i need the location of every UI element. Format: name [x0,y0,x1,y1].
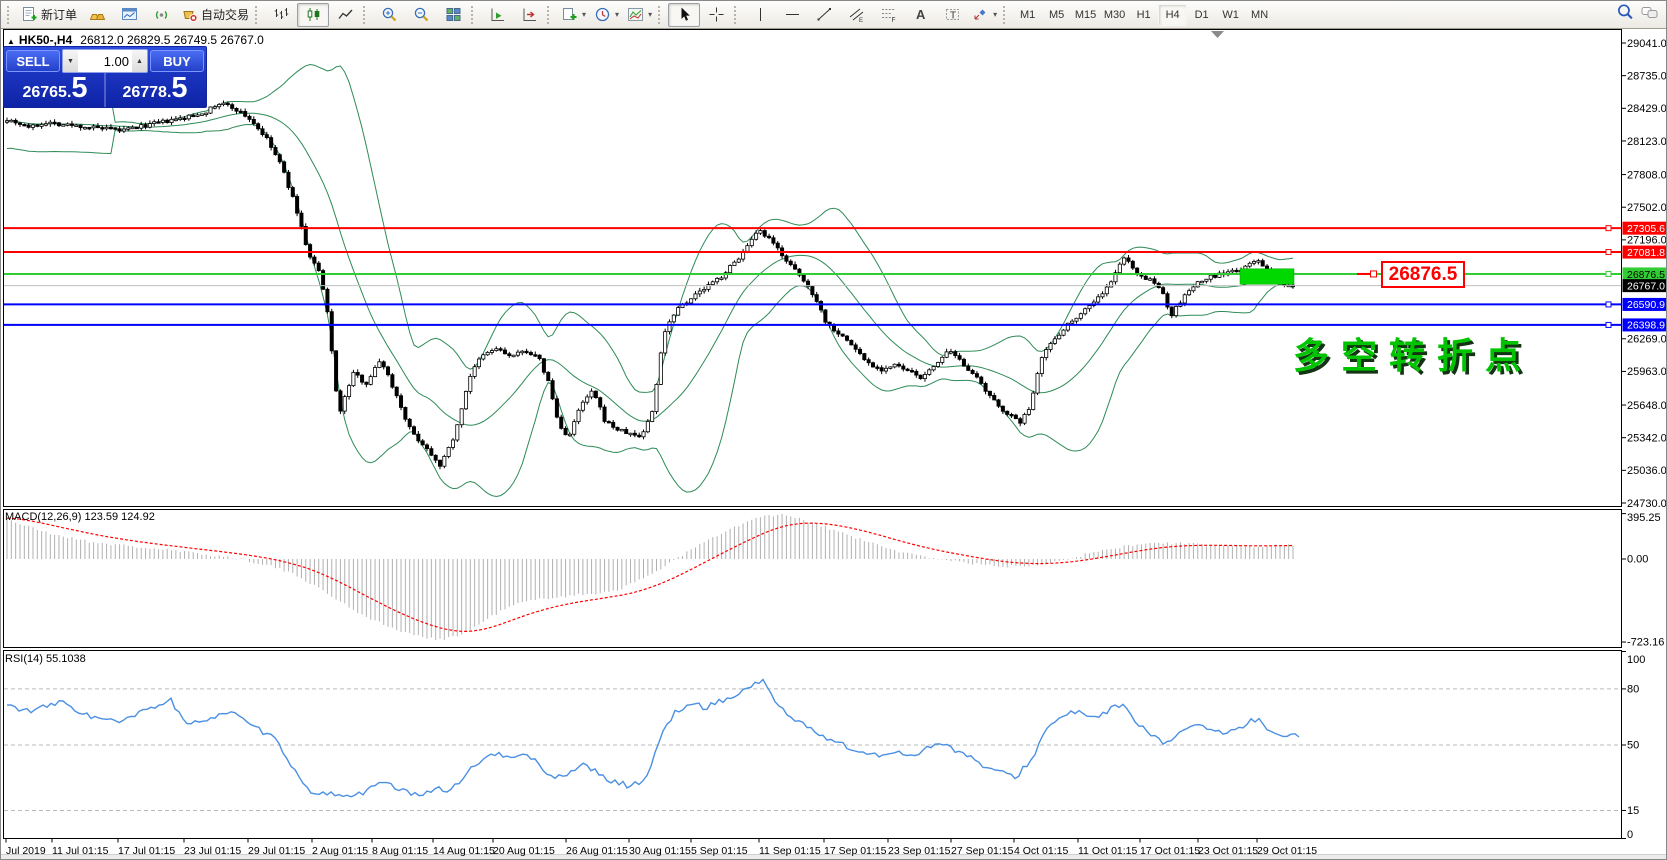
svg-text:26590.9: 26590.9 [1627,299,1665,311]
chart-panels [4,30,1622,839]
svg-text:0: 0 [1627,829,1633,841]
volume-stepper: ▼ ▲ [62,49,148,73]
svg-text:0.00: 0.00 [1627,554,1648,566]
svg-text:15: 15 [1627,805,1639,817]
svg-text:29 Oct 01:15: 29 Oct 01:15 [1257,845,1317,857]
svg-text:5 Sep 01:15: 5 Sep 01:15 [691,845,748,857]
volume-increase-button[interactable]: ▲ [132,50,147,72]
ohlc-values: 26812.0 26829.5 26749.5 26767.0 [80,33,264,47]
volume-input[interactable] [78,54,132,69]
macd-label: MACD(12,26,9) 123.59 124.92 [5,511,155,523]
svg-text:17 Jul 01:15: 17 Jul 01:15 [118,845,175,857]
svg-text:26269.0: 26269.0 [1627,334,1667,346]
svg-text:26398.9: 26398.9 [1627,320,1665,332]
svg-text:-723.16: -723.16 [1627,637,1664,649]
svg-text:11 Oct 01:15: 11 Oct 01:15 [1078,845,1138,857]
svg-text:29 Jul 01:15: 29 Jul 01:15 [248,845,305,857]
svg-text:29041.0: 29041.0 [1627,38,1667,50]
svg-text:Jul 2019: Jul 2019 [6,845,46,857]
svg-text:25648.0: 25648.0 [1627,400,1667,412]
svg-text:395.25: 395.25 [1627,512,1661,524]
svg-text:50: 50 [1627,740,1639,752]
svg-text:30 Aug 01:15: 30 Aug 01:15 [629,845,691,857]
svg-text:27502.0: 27502.0 [1627,202,1667,214]
collapse-trade-panel-icon[interactable]: ▲ [7,37,15,46]
price-callout[interactable]: 26876.5 [1381,261,1465,288]
svg-text:100: 100 [1627,654,1645,666]
svg-text:11 Sep 01:15: 11 Sep 01:15 [759,845,821,857]
chart-canvas[interactable]: 27305.627081.826876.526767.026590.926398… [1,1,1667,860]
svg-text:26 Aug 01:15: 26 Aug 01:15 [566,845,628,857]
svg-text:28123.0: 28123.0 [1627,136,1667,148]
svg-text:26767.0: 26767.0 [1627,280,1665,292]
rsi-axis[interactable]: 100 80 50 15 0 [1622,652,1646,842]
sell-button[interactable]: SELL [6,50,60,72]
svg-text:17 Sep 01:15: 17 Sep 01:15 [824,845,887,857]
buy-button[interactable]: BUY [150,50,204,72]
svg-text:27 Sep 01:15: 27 Sep 01:15 [951,845,1014,857]
svg-text:26876.5: 26876.5 [1627,269,1665,281]
svg-text:25036.0: 25036.0 [1627,465,1667,477]
svg-text:8 Aug 01:15: 8 Aug 01:15 [372,845,428,857]
svg-text:80: 80 [1627,683,1639,695]
one-click-trading-panel: SELL ▼ ▲ BUY 26765.5 26778.5 [3,46,207,108]
svg-text:28429.0: 28429.0 [1627,103,1667,115]
svg-text:20 Aug 01:15: 20 Aug 01:15 [493,845,555,857]
svg-text:24730.0: 24730.0 [1627,498,1667,510]
time-axis[interactable]: Jul 2019 11 Jul 01:15 17 Jul 01:15 23 Jul 0… [6,839,1317,858]
symbol-timeframe-label: HK50-,H4 [19,33,72,47]
svg-text:23 Jul 01:15: 23 Jul 01:15 [184,845,241,857]
macd-axis[interactable]: 395.25 0.00 -723.16 [1622,512,1665,649]
svg-text:25342.0: 25342.0 [1627,432,1667,444]
buy-price[interactable]: 26778.5 [106,73,204,107]
svg-text:23 Sep 01:15: 23 Sep 01:15 [888,845,951,857]
sell-price[interactable]: 26765.5 [6,73,104,107]
svg-text:4 Oct 01:15: 4 Oct 01:15 [1014,845,1068,857]
volume-decrease-button[interactable]: ▼ [63,50,78,72]
svg-text:2 Aug 01:15: 2 Aug 01:15 [312,845,368,857]
svg-text:27808.0: 27808.0 [1627,169,1667,181]
svg-text:17 Oct 01:15: 17 Oct 01:15 [1140,845,1200,857]
highlight-zone[interactable] [1240,269,1294,284]
svg-text:14 Aug 01:15: 14 Aug 01:15 [433,845,495,857]
svg-text:28735.0: 28735.0 [1627,70,1667,82]
mt4-window: 新订单 自动交易 ▾ ▾ ▾ E F A T ▾ [0,0,1667,860]
svg-text:23 Oct 01:15: 23 Oct 01:15 [1198,845,1258,857]
chart-title: ▲ HK50-,H4 26812.0 26829.5 26749.5 26767.0 [7,33,264,47]
rsi-label: RSI(14) 55.1038 [5,653,86,665]
annotation-text[interactable]: 多空转折点 [1293,327,1533,379]
svg-text:25963.0: 25963.0 [1627,366,1667,378]
svg-text:27081.8: 27081.8 [1627,247,1665,259]
svg-text:27305.6: 27305.6 [1627,223,1665,235]
svg-text:27196.0: 27196.0 [1627,235,1667,247]
svg-text:11 Jul 01:15: 11 Jul 01:15 [52,845,109,857]
